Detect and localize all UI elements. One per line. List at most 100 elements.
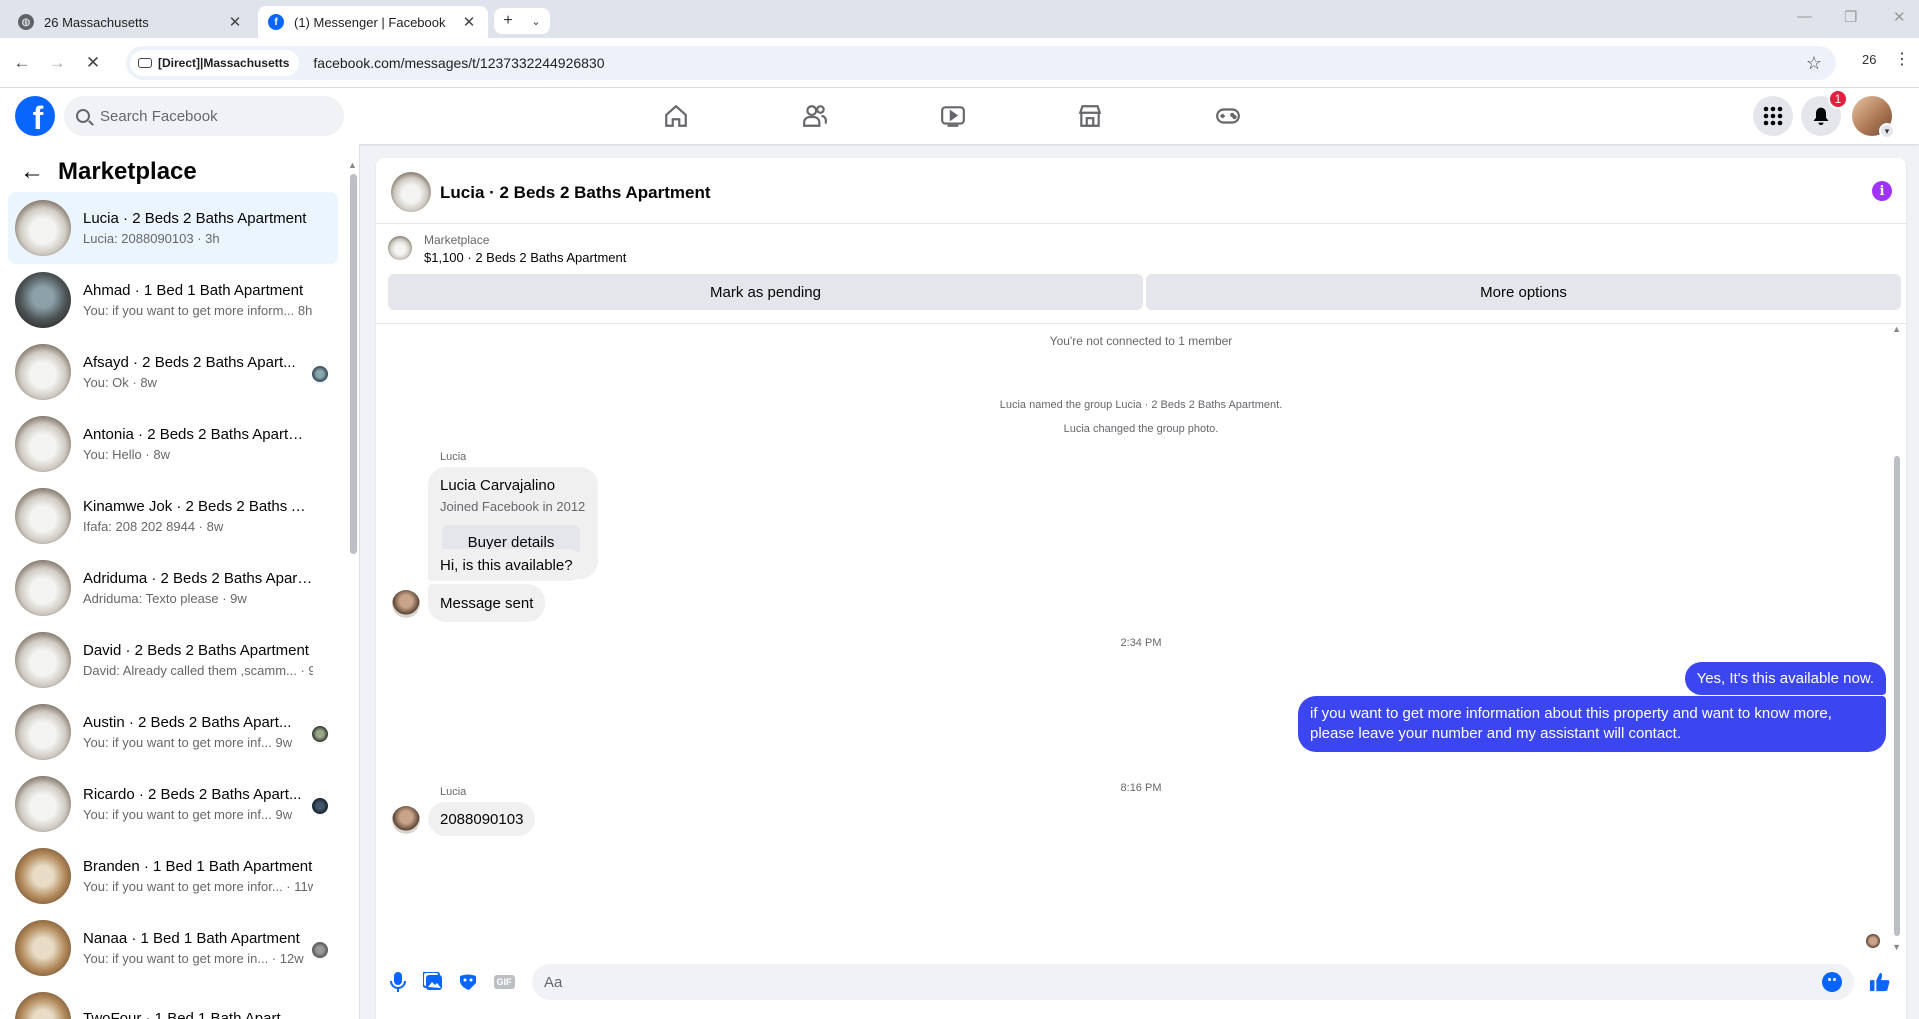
buyer-joined: Joined Facebook in 2012 xyxy=(440,499,586,514)
omnibox[interactable]: [Direct]|Massachusetts facebook.com/mess… xyxy=(126,46,1836,80)
conversation-preview: Lucia: 2088090103 · 3h xyxy=(83,231,220,246)
scroll-down-arrow-icon[interactable]: ▼ xyxy=(1892,942,1901,952)
minimize-icon[interactable]: — xyxy=(1797,8,1812,25)
forward-icon[interactable]: → xyxy=(44,50,70,76)
incoming-message[interactable]: 2088090103 xyxy=(428,802,536,836)
sender-name: Lucia xyxy=(440,786,467,798)
attach-photo-button[interactable] xyxy=(423,972,443,992)
system-message: Lucia changed the group photo. xyxy=(1063,423,1219,435)
listing-thumbnail xyxy=(15,848,71,904)
voice-clip-button[interactable] xyxy=(388,972,408,992)
conversation-item[interactable]: Kinamwe Jok · 2 Beds 2 Baths A... Ifafa: … xyxy=(8,480,338,552)
timestamp: 8:16 PM xyxy=(1120,782,1162,794)
account-avatar[interactable]: ▾ xyxy=(1852,96,1895,139)
site-info-chip[interactable]: [Direct]|Massachusetts xyxy=(130,50,300,76)
message-input[interactable]: Aa xyxy=(532,964,1854,1000)
chat-panel: Lucia · 2 Beds 2 Baths Apartment i Marke… xyxy=(376,158,1906,1019)
conversation-item[interactable]: Adriduma · 2 Beds 2 Baths Apart... Adridu… xyxy=(8,552,338,624)
sidebar-header: ← Marketplace xyxy=(20,158,197,186)
listing-thumbnail xyxy=(15,488,71,544)
marketplace-icon xyxy=(1078,105,1102,127)
incoming-message[interactable]: Hi, is this available? xyxy=(428,549,585,581)
chat-title[interactable]: Lucia · 2 Beds 2 Baths Apartment xyxy=(440,183,711,203)
sender-avatar[interactable] xyxy=(392,590,420,618)
close-window-icon[interactable]: ✕ xyxy=(1893,8,1906,26)
search-facebook-input[interactable]: Search Facebook xyxy=(64,96,344,136)
back-icon[interactable]: ← xyxy=(9,50,35,76)
sticker-button[interactable] xyxy=(458,972,478,992)
new-tab-group: + ⌄ xyxy=(494,8,550,34)
sender-avatar[interactable] xyxy=(392,806,420,834)
tab-title: 26 Massachusetts xyxy=(44,14,149,30)
scroll-up-arrow-icon[interactable]: ▲ xyxy=(1892,324,1901,334)
message-composer: GIF Aa xyxy=(376,954,1906,1010)
like-button[interactable] xyxy=(1868,970,1892,994)
stop-loading-icon[interactable]: ✕ xyxy=(80,50,106,76)
conversation-name: Ricardo · 2 Beds 2 Baths Apart... xyxy=(83,786,302,803)
outgoing-message[interactable]: Yes, It's this available now. xyxy=(1684,662,1886,695)
listing-thumbnail xyxy=(15,632,71,688)
gif-button[interactable]: GIF xyxy=(493,972,515,992)
conversation-preview: Ifafa: 208 202 8944 · 8w xyxy=(83,519,224,534)
nav-gaming[interactable] xyxy=(1172,88,1284,144)
chat-group-photo[interactable] xyxy=(391,172,431,212)
bookmark-star-icon[interactable]: ☆ xyxy=(1806,53,1822,74)
close-tab-icon[interactable]: ✕ xyxy=(460,13,478,31)
tab-search-icon[interactable]: ⌄ xyxy=(531,15,540,28)
close-tab-icon[interactable]: ✕ xyxy=(226,13,244,31)
conversation-name: Kinamwe Jok · 2 Beds 2 Baths A... xyxy=(83,498,313,515)
listing-thumbnail xyxy=(15,200,71,256)
new-tab-icon[interactable]: + xyxy=(503,12,512,30)
nav-marketplace[interactable] xyxy=(1034,88,1146,144)
conversation-item[interactable]: Ricardo · 2 Beds 2 Baths Apart... You: if… xyxy=(8,768,338,840)
conversation-item[interactable]: Afsayd · 2 Beds 2 Baths Apart... You: Ok … xyxy=(8,336,338,408)
back-arrow-icon[interactable]: ← xyxy=(20,158,44,186)
conversation-item[interactable]: TwoFour · 1 Bed 1 Bath Apart... xyxy=(8,984,338,1019)
notification-badge: 1 xyxy=(1828,89,1848,109)
nav-home[interactable] xyxy=(620,88,732,144)
url-text[interactable]: facebook.com/messages/t/1237332244926830 xyxy=(313,55,1805,71)
browser-tab[interactable]: ◍ 26 Massachusetts ✕ xyxy=(8,6,254,38)
info-icon[interactable]: i xyxy=(1872,181,1892,201)
conversation-item[interactable]: Ahmad · 1 Bed 1 Bath Apartment You: if yo… xyxy=(8,264,338,336)
conversation-item[interactable]: David · 2 Beds 2 Baths Apartment David: A… xyxy=(8,624,338,696)
browser-tab-active[interactable]: f (1) Messenger | Facebook ✕ xyxy=(258,6,488,38)
sidebar-scrollbar[interactable] xyxy=(350,174,357,554)
emoji-icon[interactable] xyxy=(1822,972,1842,992)
listing-thumbnail xyxy=(15,920,71,976)
seen-avatar xyxy=(1866,934,1880,948)
listing-thumbnail[interactable] xyxy=(388,236,412,260)
conversation-item[interactable]: Branden · 1 Bed 1 Bath Apartment You: if … xyxy=(8,840,338,912)
seen-avatar xyxy=(312,798,328,814)
listing-banner: Marketplace $1,100 · 2 Beds 2 Baths Apar… xyxy=(376,224,1906,324)
listing-thumbnail xyxy=(15,272,71,328)
conversation-item[interactable]: Austin · 2 Beds 2 Baths Apart... You: if … xyxy=(8,696,338,768)
browser-tab-strip: ◍ 26 Massachusetts ✕ f (1) Messenger | F… xyxy=(0,0,1919,38)
conversation-preview: David: Already called them ,scamm... · 9… xyxy=(83,663,313,678)
conversation-item[interactable]: Nanaa · 1 Bed 1 Bath Apartment You: if yo… xyxy=(8,912,338,984)
chat-scrollbar[interactable] xyxy=(1894,456,1900,936)
restore-icon[interactable]: ❐ xyxy=(1844,8,1857,26)
extension-badge[interactable]: 26 xyxy=(1862,52,1876,67)
microphone-icon xyxy=(390,972,406,992)
nav-friends[interactable] xyxy=(759,88,871,144)
more-options-button[interactable]: More options xyxy=(1146,274,1901,310)
conversation-name: Nanaa · 1 Bed 1 Bath Apartment xyxy=(83,930,300,947)
conversation-item[interactable]: Lucia · 2 Beds 2 Baths Apartment Lucia: 2… xyxy=(8,192,338,264)
outgoing-message[interactable]: if you want to get more information abou… xyxy=(1298,696,1886,752)
conversation-preview: You: if you want to get more in... · 12w xyxy=(83,951,304,966)
nav-video[interactable] xyxy=(897,88,1009,144)
browser-menu-icon[interactable]: ⋮ xyxy=(1894,49,1910,69)
listing-price[interactable]: $1,100 · 2 Beds 2 Baths Apartment xyxy=(424,250,626,265)
mark-pending-button[interactable]: Mark as pending xyxy=(388,274,1143,310)
gaming-icon xyxy=(1216,108,1240,124)
grid-menu-icon xyxy=(1763,106,1783,126)
conversation-item[interactable]: Antonia · 2 Beds 2 Baths Apartm... You: H… xyxy=(8,408,338,480)
site-info-icon xyxy=(138,58,152,68)
facebook-header: f Search Facebook 1 ▾ xyxy=(0,88,1919,144)
scroll-up-arrow-icon[interactable]: ▲ xyxy=(348,160,357,170)
menu-button[interactable] xyxy=(1753,96,1793,136)
incoming-message[interactable]: Message sent xyxy=(428,584,546,622)
sender-name: Lucia xyxy=(440,451,467,463)
facebook-logo-icon[interactable]: f xyxy=(15,96,55,136)
